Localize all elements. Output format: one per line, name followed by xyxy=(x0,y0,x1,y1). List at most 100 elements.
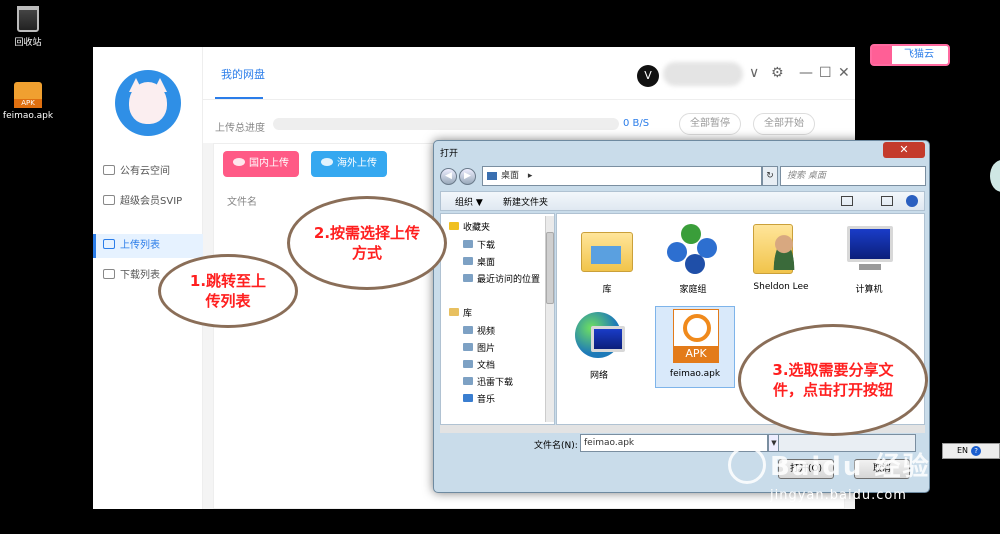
star-icon xyxy=(449,222,459,230)
chevron-down-icon[interactable]: ∨ xyxy=(749,65,759,81)
tree-scrollbar[interactable] xyxy=(545,216,554,422)
file-item-feimao-apk[interactable]: APK feimao.apk xyxy=(655,306,735,388)
user-avatar[interactable]: V xyxy=(637,65,659,87)
header-divider xyxy=(203,99,855,100)
upload-icon xyxy=(103,239,115,249)
close-icon[interactable]: ✕ xyxy=(838,65,850,81)
network-icon xyxy=(569,306,629,364)
open-file-dialog: 打开 ✕ ◀ ▶ 桌面 ▸ ↻ 搜索 桌面 组织 ▼ 新建文件夹 收藏夹 下载 … xyxy=(433,140,930,493)
file-item-library[interactable]: 库 xyxy=(567,220,647,295)
breadcrumb-arrow-icon[interactable]: ▸ xyxy=(528,171,533,181)
sidebar-item-public-cloud[interactable]: 公有云空间 xyxy=(93,160,203,184)
annotation-step-1: 1.跳转至上传列表 xyxy=(158,254,298,328)
tree-item-music[interactable]: 音乐 xyxy=(463,392,495,405)
tree-item-pictures[interactable]: 图片 xyxy=(463,341,495,354)
file-item-network[interactable]: 网络 xyxy=(559,306,639,381)
brand-label: 飞猫云 xyxy=(904,49,934,60)
column-header-filename[interactable]: 文件名 xyxy=(227,193,257,208)
computer-icon xyxy=(839,220,899,278)
forward-button[interactable]: ▶ xyxy=(459,168,476,185)
ime-indicator[interactable]: EN? xyxy=(942,443,1000,459)
library-icon xyxy=(449,308,459,316)
address-bar[interactable]: 桌面 ▸ xyxy=(482,166,762,186)
homegroup-icon xyxy=(663,220,723,278)
dialog-navbar: ◀ ▶ 桌面 ▸ ↻ 搜索 桌面 xyxy=(440,166,926,188)
tree-item-documents[interactable]: 文档 xyxy=(463,358,495,371)
watermark-main: Baidu 经验 xyxy=(770,452,931,482)
dialog-close-button[interactable]: ✕ xyxy=(883,142,925,158)
apk-file-icon: APK xyxy=(14,82,42,108)
picture-icon xyxy=(463,343,473,351)
avatar[interactable] xyxy=(115,70,181,136)
apk-desktop-file[interactable]: APK feimao.apk xyxy=(0,82,56,121)
view-options-icon[interactable] xyxy=(841,196,853,206)
tab-my-drive[interactable]: 我的网盘 xyxy=(221,66,265,82)
help-icon[interactable]: ? xyxy=(971,446,982,456)
recycle-bin-desktop-icon[interactable]: 回收站 xyxy=(0,6,56,48)
refresh-button[interactable]: ↻ xyxy=(762,166,778,186)
pause-all-button[interactable]: 全部暂停 xyxy=(679,113,741,135)
desktop-icon xyxy=(463,257,473,265)
organize-menu[interactable]: 组织 ▼ xyxy=(455,195,483,208)
tree-item-videos[interactable]: 视频 xyxy=(463,324,495,337)
watermark-url: jingyan.baidu.com xyxy=(770,488,907,503)
apk-icon: APK xyxy=(665,307,725,365)
start-all-button[interactable]: 全部开始 xyxy=(753,113,815,135)
help-icon[interactable] xyxy=(906,195,918,207)
apk-desktop-label: feimao.apk xyxy=(2,111,54,121)
download-icon xyxy=(103,269,115,279)
upload-speed: 0 B/S xyxy=(623,118,650,129)
video-icon xyxy=(463,326,473,334)
tree-favorites[interactable]: 收藏夹 xyxy=(449,220,490,233)
cat-mascot-icon xyxy=(129,82,167,124)
feimao-logo-icon xyxy=(872,46,892,64)
recycle-bin-icon xyxy=(17,6,39,32)
total-progress-bar xyxy=(273,118,619,130)
side-widget[interactable] xyxy=(990,160,1000,192)
new-folder-button[interactable]: 新建文件夹 xyxy=(503,195,548,208)
search-input[interactable]: 搜索 桌面 xyxy=(780,166,926,186)
file-item-homegroup[interactable]: 家庭组 xyxy=(653,220,733,295)
tree-item-xunlei[interactable]: 迅雷下载 xyxy=(463,375,513,388)
music-icon xyxy=(463,394,473,402)
maximize-icon[interactable]: ☐ xyxy=(819,65,832,81)
file-item-sheldon-lee[interactable]: Sheldon Lee xyxy=(741,220,821,292)
username-blurred xyxy=(663,62,743,86)
preview-pane-icon[interactable] xyxy=(881,196,893,206)
overseas-upload-button[interactable]: 海外上传 xyxy=(311,151,387,177)
plane-icon xyxy=(321,158,333,166)
tree-item-downloads[interactable]: 下载 xyxy=(463,238,495,251)
tree-libraries[interactable]: 库 xyxy=(449,306,472,319)
navigation-tree: 收藏夹 下载 桌面 最近访问的位置 库 视频 图片 文档 迅雷下载 音乐 xyxy=(440,213,555,425)
file-item-computer[interactable]: 计算机 xyxy=(829,220,909,295)
address-text: 桌面 xyxy=(501,171,520,181)
sidebar-item-svip[interactable]: 超级会员SVIP xyxy=(93,190,203,214)
crown-icon xyxy=(103,195,115,205)
domestic-upload-button[interactable]: 国内上传 xyxy=(223,151,299,177)
dialog-title: 打开 xyxy=(440,149,459,159)
cloud-icon xyxy=(103,165,115,175)
library-folder-icon xyxy=(577,220,637,278)
filename-label: 文件名(N): xyxy=(534,441,578,451)
recycle-bin-label: 回收站 xyxy=(14,38,42,48)
planet-icon xyxy=(233,158,245,166)
downloads-folder-icon xyxy=(463,240,473,248)
back-button[interactable]: ◀ xyxy=(440,168,457,185)
minimize-icon[interactable]: — xyxy=(799,65,813,81)
tree-item-desktop[interactable]: 桌面 xyxy=(463,255,495,268)
dialog-toolbar: 组织 ▼ 新建文件夹 xyxy=(440,191,925,211)
user-folder-icon xyxy=(751,220,811,278)
gear-icon[interactable]: ⚙ xyxy=(771,65,784,81)
baidu-paw-logo xyxy=(728,446,766,484)
tree-item-recent[interactable]: 最近访问的位置 xyxy=(463,272,540,285)
feimaoyun-brand-badge: 飞猫云 xyxy=(870,44,950,66)
xunlei-folder-icon xyxy=(463,377,473,385)
annotation-step-3: 3.选取需要分享文件，点击打开按钮 xyxy=(738,324,928,436)
tree-scroll-thumb[interactable] xyxy=(546,232,554,304)
total-progress-label: 上传总进度 xyxy=(215,123,265,134)
annotation-step-2: 2.按需选择上传方式 xyxy=(287,196,447,290)
recent-places-icon xyxy=(463,274,473,282)
document-icon xyxy=(463,360,473,368)
desktop-icon xyxy=(487,172,497,180)
sidebar-item-upload-list[interactable]: 上传列表 xyxy=(93,234,203,258)
